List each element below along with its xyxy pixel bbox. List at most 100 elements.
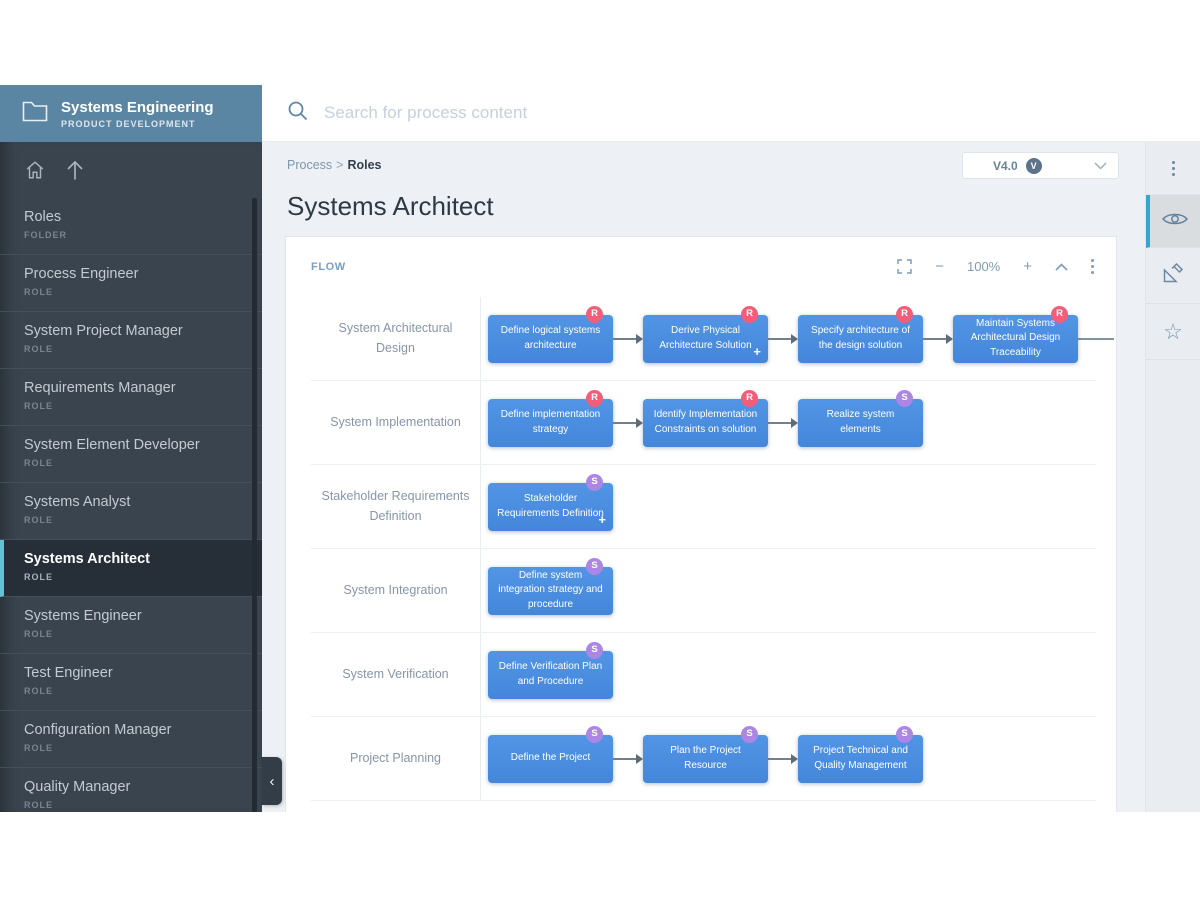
sidebar-item-type: ROLE (24, 800, 262, 810)
lane-label: System Architectural Design (311, 297, 481, 380)
task-node[interactable]: Derive Physical Architecture SolutionR+ (643, 315, 768, 363)
version-label: V4.0 (993, 159, 1018, 173)
task-badge-s: S (586, 474, 603, 491)
lane-tasks: Stakeholder Requirements DefinitionS + (481, 465, 1096, 548)
version-selector[interactable]: V4.0 V (962, 152, 1119, 179)
page-title: Systems Architect (287, 191, 1145, 222)
flow-trailing-connector (1078, 338, 1114, 340)
search-icon (287, 100, 309, 127)
flow-arrow-connector (768, 754, 798, 764)
sidebar-item-type: ROLE (24, 686, 262, 696)
flow-lane-row: System Architectural DesignDefine logica… (311, 297, 1096, 381)
task-node[interactable]: Stakeholder Requirements DefinitionS+ (488, 483, 613, 531)
toolbar-view-button[interactable] (1146, 195, 1200, 248)
sidebar-scrollbar[interactable] (252, 198, 257, 812)
zoom-out-button[interactable]: − (935, 258, 944, 275)
sidebar-item-label: Systems Architect (24, 551, 262, 567)
sidebar-item-systems-engineer[interactable]: Systems Engineer ROLE (0, 597, 262, 654)
chevron-up-icon[interactable] (1055, 263, 1068, 271)
sidebar-item-label: Systems Engineer (24, 608, 262, 624)
flow-lane-row: Project PlanningDefine the ProjectS Plan … (311, 717, 1096, 801)
toolbar-more-options-button[interactable] (1146, 142, 1200, 195)
sidebar-item-configuration-manager[interactable]: Configuration ManagerROLE (0, 711, 262, 768)
task-label: Define system integration strategy and p… (497, 569, 604, 613)
home-icon[interactable] (24, 159, 46, 181)
navigate-up-icon[interactable] (65, 159, 85, 181)
fullscreen-icon[interactable] (897, 259, 912, 274)
sidebar-item-system-element-developer[interactable]: System Element DeveloperROLE (0, 426, 262, 483)
task-label: Define logical systems architecture (497, 324, 604, 353)
task-node[interactable]: Maintain Systems Architectural Design Tr… (953, 315, 1078, 363)
star-icon: ☆ (1163, 321, 1183, 343)
flow-arrow-connector (768, 334, 798, 344)
sidebar-header[interactable]: Systems Engineering PRODUCT DEVELOPMENT (0, 85, 262, 142)
sidebar-item-list: RolesFOLDERProcess EngineerROLESystem Pr… (0, 198, 262, 812)
task-badge-r: R (586, 390, 603, 407)
flow-lane-row: Stakeholder Requirements DefinitionStake… (311, 465, 1096, 549)
toolbar-favorite-button[interactable]: ☆ (1146, 304, 1200, 360)
sidebar-item-quality-manager[interactable]: Quality ManagerROLE (0, 768, 262, 812)
lane-label: Project Planning (311, 717, 481, 800)
task-label: Plan the Project Resource (652, 744, 759, 773)
main-body: Process>Roles V4.0 V Systems Architect (262, 142, 1200, 812)
sidebar-item-type: FOLDER (24, 230, 262, 240)
task-label: Stakeholder Requirements Definition (497, 492, 604, 521)
design-workbench-icon (1161, 261, 1185, 290)
task-badge-s: S (896, 390, 913, 407)
main-area: Process>Roles V4.0 V Systems Architect (262, 85, 1200, 812)
lane-tasks: Define the ProjectS Plan the Project Reso… (481, 717, 1096, 800)
version-badge: V (1026, 158, 1042, 174)
zoom-in-button[interactable]: + (1023, 258, 1032, 275)
sidebar-item-systems-architect[interactable]: Systems Architect ROLE (0, 540, 262, 597)
task-node[interactable]: Plan the Project ResourceS (643, 735, 768, 783)
task-badge-r: R (741, 390, 758, 407)
search-input[interactable] (324, 103, 824, 123)
flow-arrow-connector (613, 334, 643, 344)
sidebar-item-type: ROLE (24, 344, 262, 354)
lane-label: System Integration (311, 549, 481, 632)
flow-panel-title: FLOW (311, 261, 897, 273)
task-badge-s: S (741, 726, 758, 743)
sidebar-item-type: ROLE (24, 515, 262, 525)
task-node[interactable]: Specify architecture of the design solut… (798, 315, 923, 363)
task-label: Realize system elements (807, 408, 914, 437)
sidebar-item-test-engineer[interactable]: Test EngineerROLE (0, 654, 262, 711)
sidebar-item-label: System Element Developer (24, 437, 262, 453)
search-bar (262, 85, 1200, 142)
task-node[interactable]: Identify Implementation Constraints on s… (643, 399, 768, 447)
more-options-icon (1172, 161, 1175, 176)
task-badge-s: S (586, 558, 603, 575)
app-window: Systems Engineering PRODUCT DEVELOPMENT (0, 85, 1200, 812)
flow-lane-table: System Architectural DesignDefine logica… (311, 297, 1096, 801)
sidebar-collapse-button[interactable]: ‹ (262, 757, 282, 805)
task-badge-r: R (586, 306, 603, 323)
task-node[interactable]: Define logical systems architectureR (488, 315, 613, 363)
task-label: Maintain Systems Architectural Design Tr… (962, 317, 1069, 361)
task-node[interactable]: Define the ProjectS (488, 735, 613, 783)
toolbar-design-button[interactable] (1146, 248, 1200, 304)
task-badge-r: R (741, 306, 758, 323)
flow-menu-kebab-icon[interactable] (1091, 259, 1094, 274)
task-node[interactable]: Define Verification Plan and ProcedureS (488, 651, 613, 699)
sidebar-body: RolesFOLDERProcess EngineerROLESystem Pr… (0, 142, 262, 812)
sidebar-item-label: System Project Manager (24, 323, 262, 339)
expand-plus-icon[interactable]: + (598, 511, 606, 530)
zoom-level: 100% (967, 259, 1000, 274)
expand-plus-icon[interactable]: + (753, 343, 761, 362)
flow-controls: − 100% + (897, 258, 1094, 275)
sidebar-item-type: ROLE (24, 629, 262, 639)
sidebar-item-requirements-manager[interactable]: Requirements ManagerROLE (0, 369, 262, 426)
lane-tasks: Define implementation strategyR Identify … (481, 381, 1096, 464)
task-node[interactable]: Define implementation strategyR (488, 399, 613, 447)
task-node[interactable]: Project Technical and Quality Management… (798, 735, 923, 783)
sidebar-item-label: Roles (24, 209, 262, 225)
task-node[interactable]: Define system integration strategy and p… (488, 567, 613, 615)
breadcrumb-parent[interactable]: Process (287, 158, 332, 172)
task-badge-s: S (586, 642, 603, 659)
sidebar-item-systems-analyst[interactable]: Systems AnalystROLE (0, 483, 262, 540)
sidebar-item-process-engineer[interactable]: Process EngineerROLE (0, 255, 262, 312)
sidebar-item-type: ROLE (24, 572, 262, 582)
task-node[interactable]: Realize system elementsS (798, 399, 923, 447)
sidebar-item-system-project-manager[interactable]: System Project Manager ROLE (0, 312, 262, 369)
sidebar-item-roles[interactable]: Roles FOLDER (0, 198, 262, 255)
